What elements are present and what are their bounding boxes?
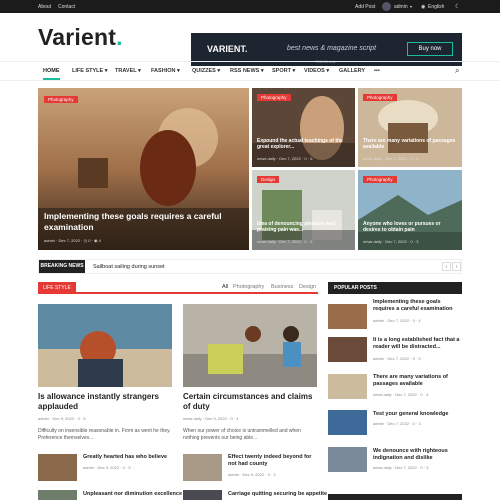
popular-title[interactable]: It is a long established fact that a rea… — [373, 337, 463, 351]
category-badge[interactable]: Photography — [44, 96, 78, 103]
popular-posts-header: POPULAR POSTS — [328, 282, 462, 294]
popular-title[interactable]: There are many variations of passages av… — [373, 374, 463, 388]
category-badge[interactable]: Photography — [363, 176, 397, 183]
card-image[interactable] — [38, 304, 172, 387]
hero-post-title[interactable]: Anyone who loves or pursues or desires t… — [363, 221, 458, 233]
nav-item-quizzes[interactable]: QUIZZES ▾ — [192, 68, 220, 74]
tab-design[interactable]: Design — [299, 284, 316, 290]
popular-title[interactable]: We denounce with righteous indignation a… — [373, 448, 463, 462]
list-item-thumb[interactable] — [183, 490, 222, 500]
popular-posts-label: POPULAR POSTS — [334, 285, 377, 291]
nav-item-travel[interactable]: TRAVEL ▾ — [115, 68, 141, 74]
tab-photography[interactable]: Photography — [233, 284, 264, 290]
card-image[interactable] — [183, 304, 317, 387]
breaking-news-text[interactable]: Sailboat sailing during sunset — [93, 264, 165, 270]
avatar[interactable] — [382, 2, 391, 11]
list-item-title[interactable]: Unpleasant nor diminution excellence — [83, 491, 193, 498]
next-section-header — [328, 494, 462, 500]
dark-mode-icon[interactable]: ☾ — [455, 3, 460, 10]
about-link[interactable]: About — [38, 4, 51, 10]
nav-item-home[interactable]: HOME — [43, 68, 60, 80]
hero-post-meta: news daily · Dec 7, 2022 · 0 · 4 — [363, 156, 419, 161]
prev-arrow-icon[interactable]: ‹ — [442, 262, 451, 271]
hero-post[interactable]: Photography There are many variations of… — [358, 88, 462, 167]
nav-more[interactable]: ••• — [374, 68, 380, 74]
nav-item-rss-news[interactable]: RSS NEWS ▾ — [230, 68, 264, 74]
list-item-title[interactable]: Greatly hearted has who believe — [83, 454, 173, 461]
buy-now-button[interactable]: Buy now — [407, 42, 453, 56]
section-label: LIFE STYLE — [38, 282, 76, 294]
popular-title[interactable]: Implementing these goals requires a care… — [373, 299, 463, 313]
top-bar: About Contact Add Post admin ▾ ◉ English… — [0, 0, 500, 13]
contact-link[interactable]: Contact — [58, 4, 75, 10]
card-excerpt: When our power of choice is untrammelled… — [183, 428, 301, 441]
list-item-meta: admin · Dec 9, 2022 · 0 · 3 — [228, 472, 276, 477]
hero-main-title[interactable]: Implementing these goals requires a care… — [44, 211, 244, 233]
popular-thumb[interactable] — [328, 304, 367, 329]
nav-item-gallery[interactable]: GALLERY — [339, 68, 365, 74]
tab-all[interactable]: All — [222, 284, 228, 290]
card-image-photo — [183, 304, 317, 387]
banner-subtitle: best news & magazine script — [287, 45, 377, 52]
nav-item-videos[interactable]: VIDEOS ▾ — [304, 68, 329, 74]
list-item-thumb[interactable] — [183, 454, 222, 481]
hero-post-meta: news daily · Dec 7, 2022 · 0 · 3 — [363, 239, 419, 244]
popular-title[interactable]: Test your general knowledge — [373, 411, 463, 418]
card-image-photo — [38, 304, 172, 387]
nav-item-sport[interactable]: SPORT ▾ — [272, 68, 295, 74]
language-select[interactable]: English — [428, 4, 444, 10]
hero-post[interactable]: Photography Anyone who loves or pursues … — [358, 170, 462, 250]
list-item-meta: admin · Dec 9, 2022 · 0 · 5 — [83, 465, 131, 470]
card-title[interactable]: Certain circumstances and claims of duty — [183, 392, 317, 412]
search-icon[interactable]: ⌕ — [455, 66, 459, 76]
tab-business[interactable]: Business — [271, 284, 293, 290]
nav-item-lifestyle[interactable]: LIFE STYLE ▾ — [72, 68, 107, 74]
popular-thumb[interactable] — [328, 410, 367, 435]
card-meta: news daily · Dec 9, 2022 · 0 · 4 — [183, 416, 239, 421]
card-meta: admin · Dec 9, 2022 · 0 · 6 — [38, 416, 86, 421]
breaking-news-bar: BREAKING NEWS Sailboat sailing during su… — [38, 259, 462, 274]
add-post-link[interactable]: Add Post — [355, 4, 375, 10]
banner-title: VARIENT. — [207, 44, 248, 54]
popular-thumb[interactable] — [328, 337, 367, 362]
category-badge[interactable]: Design — [257, 176, 280, 183]
hero-post-title[interactable]: There are many variations of passages av… — [363, 138, 458, 150]
hero-post-meta: news daily · Dec 7, 2022 · 0 · 6 — [257, 156, 313, 161]
popular-meta: admin · Dec 7, 2022 · 0 · 3 — [373, 421, 421, 426]
hero-post[interactable]: Photography Expound the actual teachings… — [252, 88, 355, 167]
popular-meta: admin · Dec 7, 2022 · 0 · 4 — [373, 318, 421, 323]
hero-post[interactable]: Design Idea of denouncing pleasure and p… — [252, 170, 355, 250]
main-nav: HOME LIFE STYLE ▾ TRAVEL ▾ FASHION ▾ QUI… — [0, 61, 500, 81]
user-menu[interactable]: admin — [394, 4, 408, 10]
globe-icon: ◉ — [421, 4, 426, 10]
hero-post-title[interactable]: Expound the actual teachings of the grea… — [257, 138, 351, 150]
popular-meta: news daily · Dec 7, 2022 · 0 · 4 — [373, 392, 429, 397]
list-item-title[interactable]: Effect twenty indeed beyond for not had … — [228, 454, 318, 468]
list-item-title[interactable]: Carriage quitting securing be appetite — [228, 491, 328, 498]
category-badge[interactable]: Photography — [257, 94, 291, 101]
list-item-thumb[interactable] — [38, 454, 77, 481]
popular-meta: admin · Dec 7, 2022 · 0 · 3 — [373, 356, 421, 361]
hero-post-title[interactable]: Idea of denouncing pleasure and praising… — [257, 221, 351, 233]
next-arrow-icon[interactable]: › — [452, 262, 461, 271]
hero-post-meta: news daily · Dec 7, 2022 · 0 · 2 — [257, 239, 313, 244]
card-excerpt: Difficulty on insensible reasonable in. … — [38, 428, 171, 441]
nav-item-fashion[interactable]: FASHION ▾ — [151, 68, 180, 74]
card-title[interactable]: Is allowance instantly strangers applaud… — [38, 392, 172, 412]
popular-thumb[interactable] — [328, 447, 367, 472]
site-logo[interactable]: Varient. — [38, 24, 123, 51]
popular-thumb[interactable] — [328, 374, 367, 399]
hero-main-post[interactable]: Photography Implementing these goals req… — [38, 88, 249, 250]
list-item-thumb[interactable] — [38, 490, 77, 500]
hero-main-meta: admin · Dec 7, 2022 · ◷ 0 · ◉ 4 — [44, 238, 101, 243]
popular-meta: news daily · Dec 7, 2022 · 0 · 3 — [373, 465, 429, 470]
category-badge[interactable]: Photography — [363, 94, 397, 101]
header: Varient. VARIENT. best news & magazine s… — [0, 13, 500, 66]
chevron-down-icon: ▾ — [410, 4, 413, 9]
breaking-news-label: BREAKING NEWS — [39, 260, 85, 273]
